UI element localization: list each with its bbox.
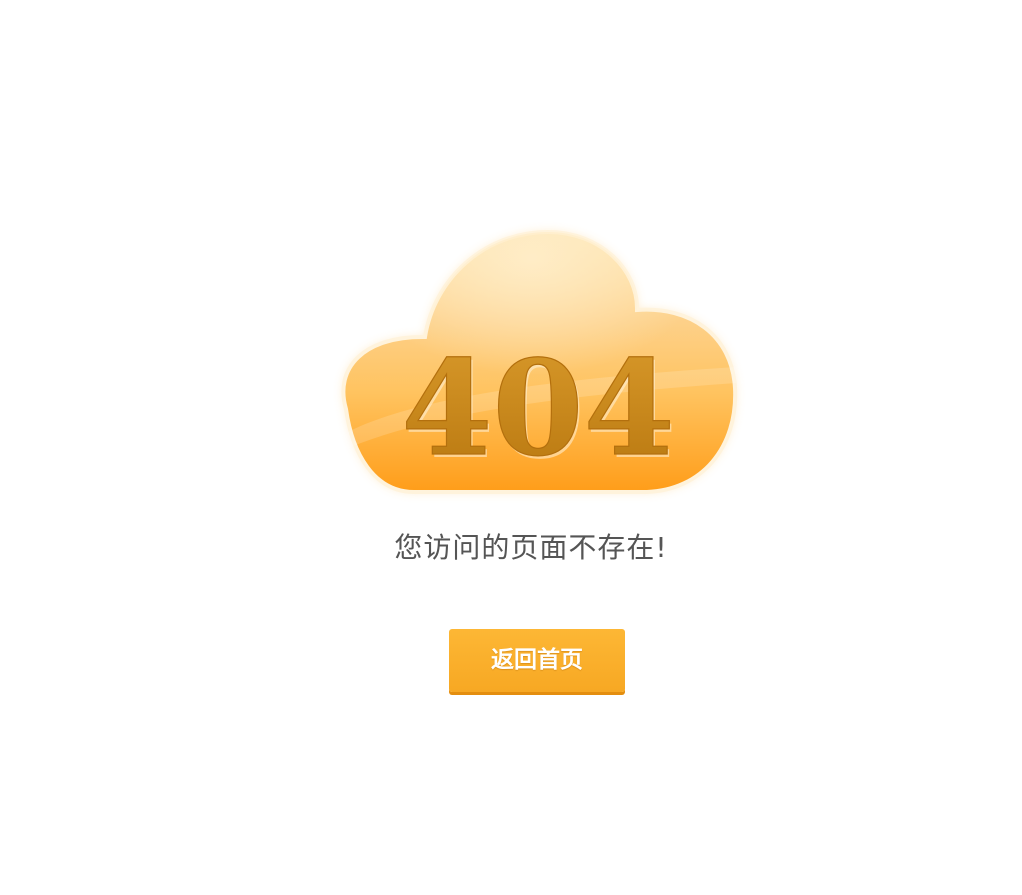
error-message: 您访问的页面不存在! [394,531,668,564]
return-home-button[interactable]: 返回首页 [449,629,625,692]
error-illustration: 404 404 [322,218,754,510]
error-page: 404 404 您访问的页面不存在! 返回首页 [0,0,1022,895]
error-code: 404 [401,331,674,485]
cloud-icon: 404 404 [341,229,738,494]
